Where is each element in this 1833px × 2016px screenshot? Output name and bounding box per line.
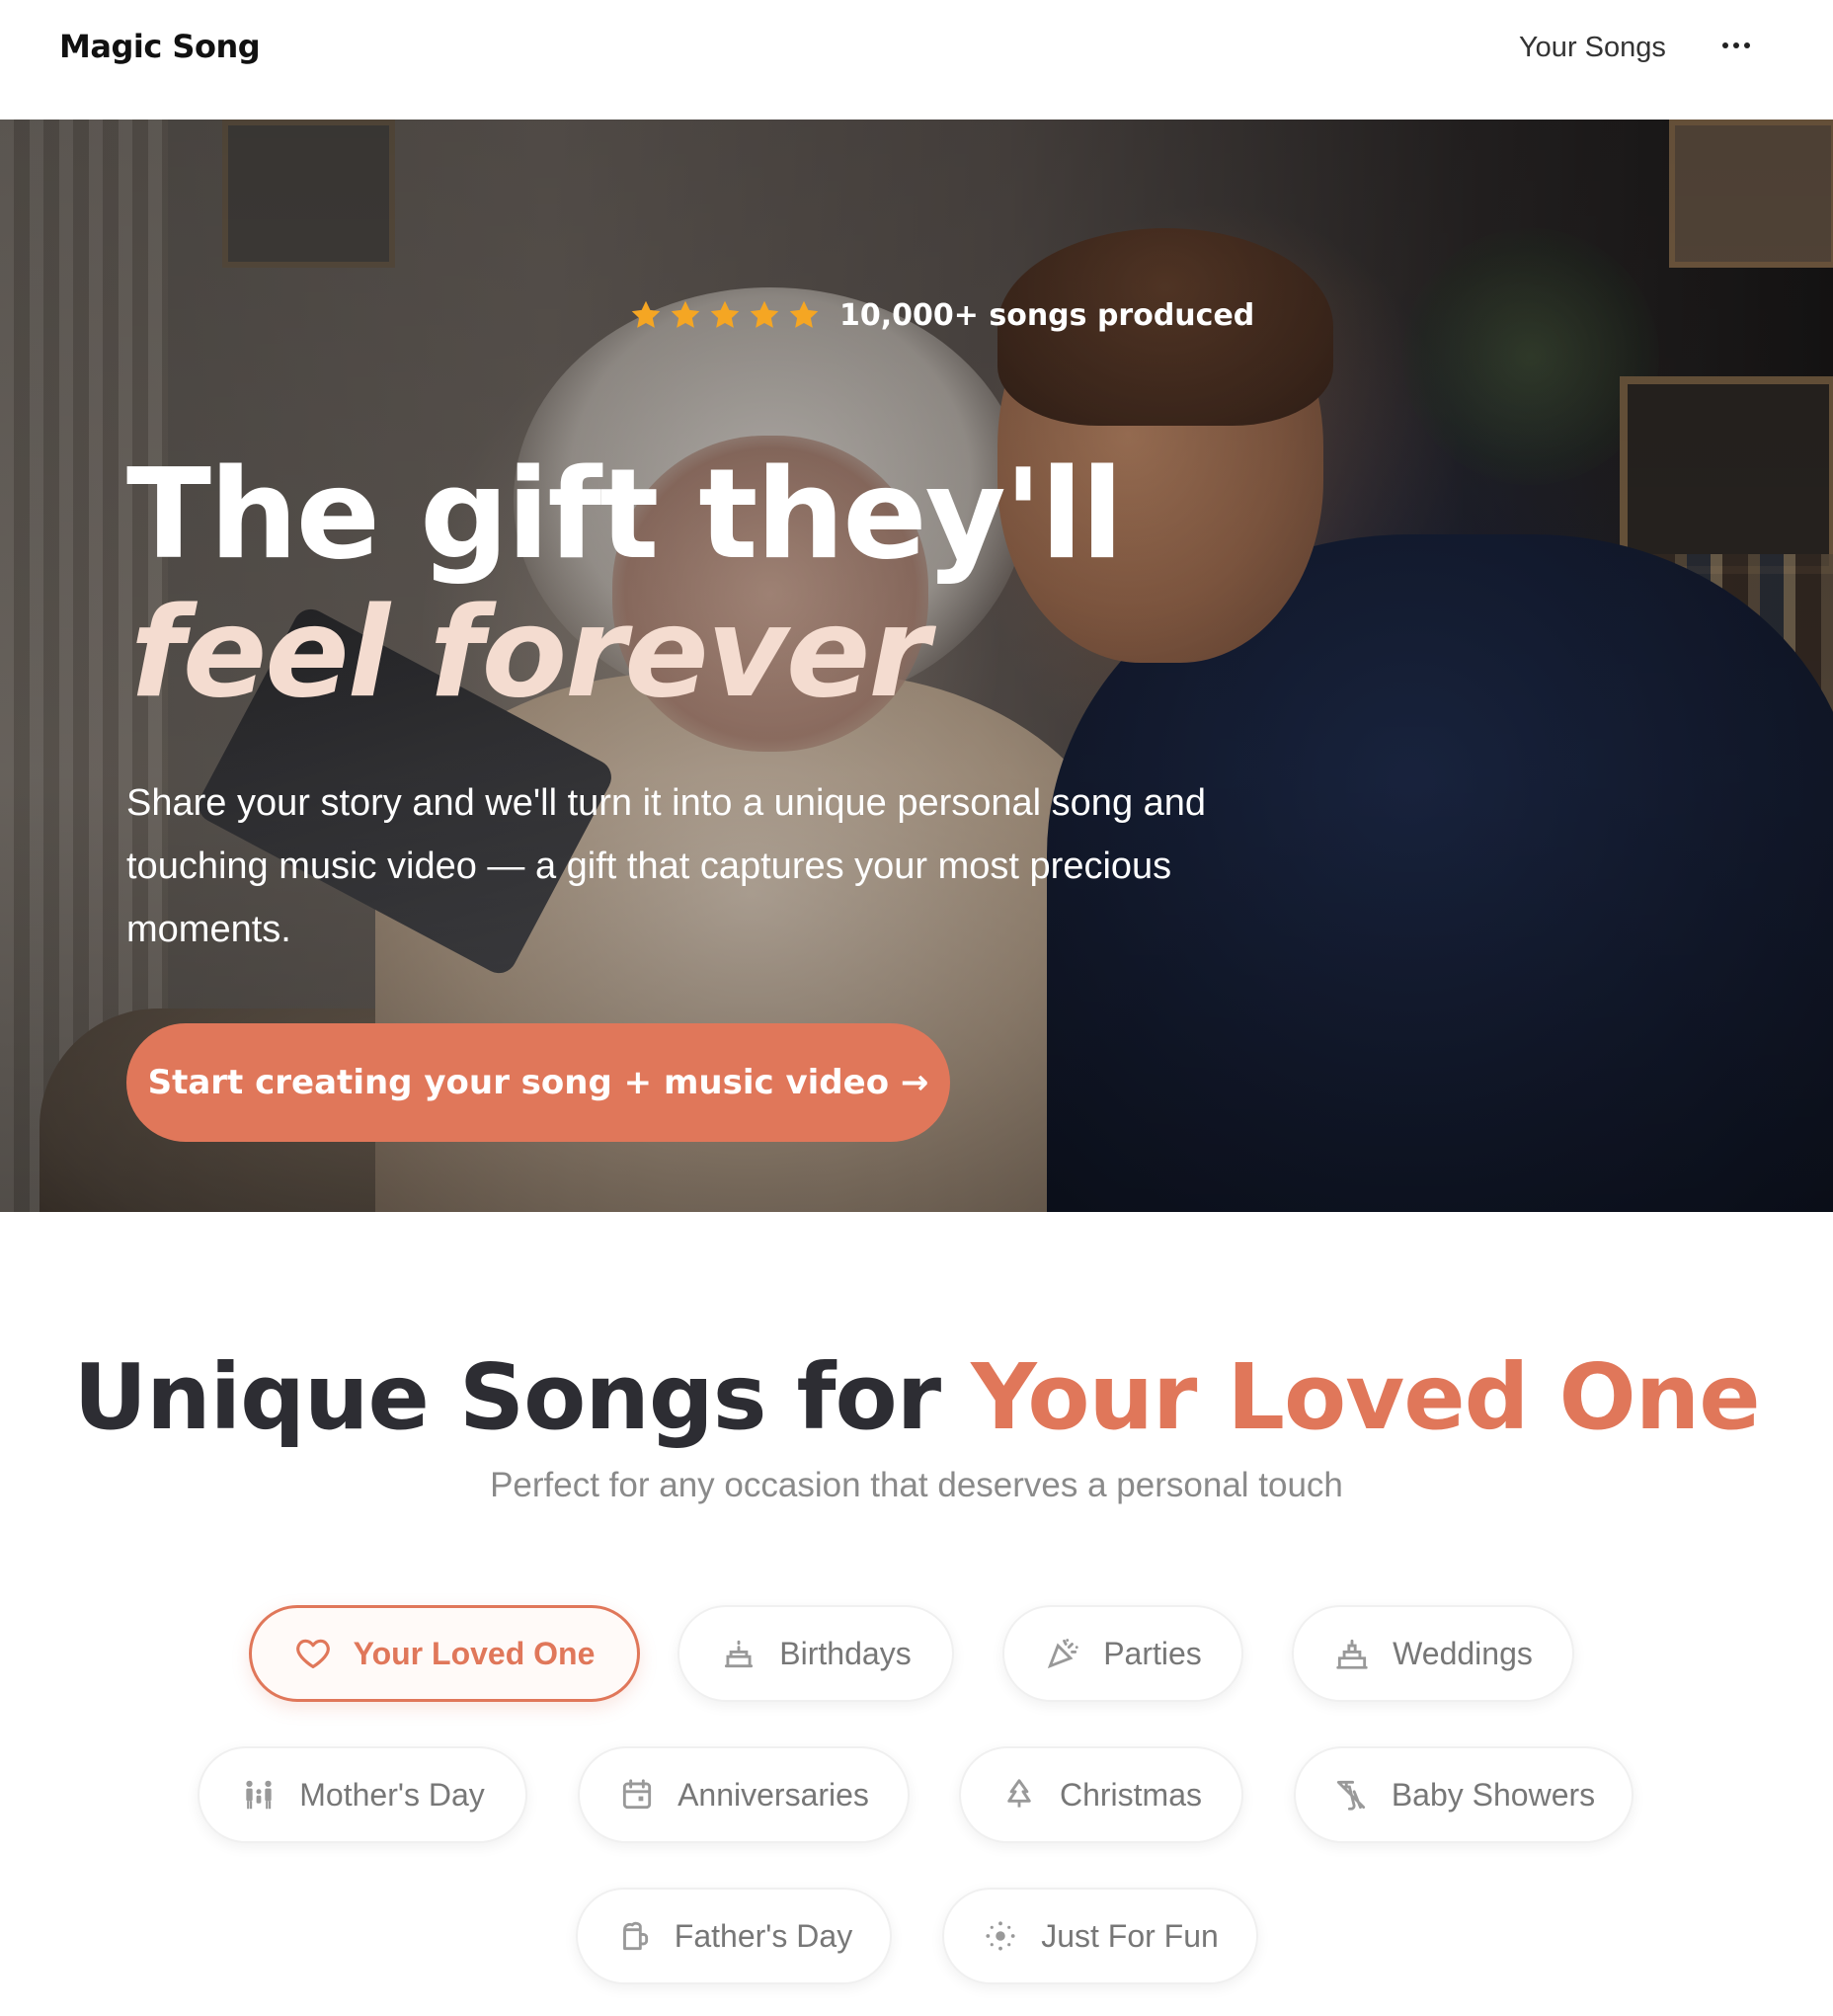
section-title-accent: Your Loved One <box>971 1344 1760 1450</box>
section-subtitle: Perfect for any occasion that deserves a… <box>490 1466 1343 1504</box>
top-navigation-bar: Magic Song Your Songs <box>0 0 1833 120</box>
ellipsis-icon[interactable] <box>1714 24 1758 67</box>
your-songs-link[interactable]: Your Songs <box>1519 32 1666 64</box>
occasion-chip-fathers-day[interactable]: Father's Day <box>576 1888 892 1984</box>
star-icon <box>631 300 661 328</box>
section-title: Unique Songs for Your Loved One <box>0 1343 1833 1452</box>
rating-text: 10,000+ songs produced <box>839 297 1255 333</box>
chip-label: Just For Fun <box>1041 1917 1219 1954</box>
beer-mug-icon <box>622 1921 648 1951</box>
hero-headline: The gift they'll <box>126 442 1124 587</box>
chip-label: Mother's Day <box>299 1776 485 1813</box>
hero-headline-italic: feel forever <box>130 580 929 725</box>
chip-label: Anniversaries <box>677 1776 869 1813</box>
occasion-chip-baby-showers[interactable]: Baby Showers <box>1294 1746 1634 1843</box>
occasion-chip-mothers-day[interactable]: Mother's Day <box>198 1746 527 1843</box>
heart-icon <box>295 1639 330 1669</box>
start-creating-button[interactable]: Start creating your song + music video → <box>126 1023 950 1142</box>
hero-description: Share your story and we'll turn it into … <box>126 782 1207 950</box>
chip-label: Christmas <box>1059 1776 1202 1813</box>
baby-bottle-icon <box>1336 1780 1365 1811</box>
chip-label: Weddings <box>1393 1635 1533 1671</box>
wedding-cake-icon <box>1336 1639 1368 1669</box>
hero-section: 10,000+ songs produced The gift they'll … <box>0 120 1833 1212</box>
section-title-start: Unique Songs for <box>73 1344 972 1450</box>
star-icon <box>671 300 700 328</box>
star-icon <box>789 300 819 328</box>
star-icon <box>750 300 779 328</box>
party-popper-icon <box>1048 1639 1078 1669</box>
chip-label: Baby Showers <box>1391 1776 1596 1813</box>
chip-label: Father's Day <box>674 1917 853 1954</box>
logo[interactable]: Magic Song <box>59 28 261 65</box>
sparkles-icon <box>986 1921 1015 1951</box>
christmas-tree-icon <box>1007 1779 1031 1808</box>
family-icon <box>246 1780 272 1810</box>
chip-label: Birthdays <box>779 1635 912 1671</box>
occasion-chip-your-loved-one[interactable]: Your Loved One <box>249 1605 640 1702</box>
cake-icon <box>725 1640 754 1668</box>
occasion-chip-birthdays[interactable]: Birthdays <box>677 1605 954 1702</box>
star-icon <box>710 300 740 328</box>
occasion-chip-just-for-fun[interactable]: Just For Fun <box>942 1888 1258 1984</box>
occasion-chip-parties[interactable]: Parties <box>1002 1605 1243 1702</box>
occasion-chip-anniversaries[interactable]: Anniversaries <box>578 1746 910 1843</box>
chip-label: Parties <box>1103 1635 1202 1671</box>
occasion-chip-christmas[interactable]: Christmas <box>959 1746 1243 1843</box>
occasion-chip-weddings[interactable]: Weddings <box>1292 1605 1574 1702</box>
rating-badge: 10,000+ songs produced <box>628 297 1254 333</box>
calendar-icon <box>622 1779 652 1810</box>
star-rating <box>628 297 822 333</box>
chip-label: Your Loved One <box>353 1635 596 1671</box>
